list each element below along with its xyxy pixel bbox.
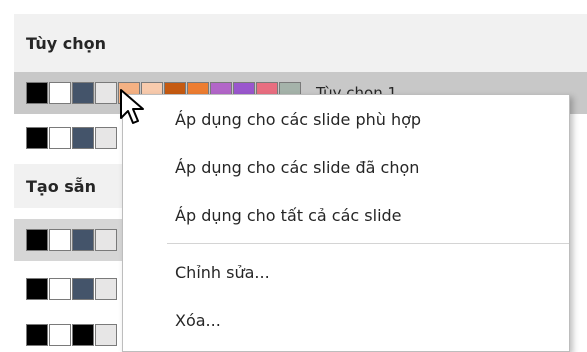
swatch [26, 278, 48, 300]
menu-item-delete[interactable]: Xóa... [123, 296, 569, 344]
preset-scheme-row-2[interactable] [14, 268, 124, 310]
swatch [26, 82, 48, 104]
menu-item-edit[interactable]: Chỉnh sửa... [123, 248, 569, 296]
swatch [95, 82, 117, 104]
swatch [72, 324, 94, 346]
swatch [95, 127, 117, 149]
swatch [72, 229, 94, 251]
swatch [72, 127, 94, 149]
preset-scheme-row-1[interactable] [14, 219, 124, 261]
swatch [26, 324, 48, 346]
context-menu: Áp dụng cho các slide phù hợp Áp dụng ch… [122, 94, 570, 352]
preset-section-header: Tạo sẵn [14, 164, 124, 208]
swatch [95, 278, 117, 300]
swatch [95, 324, 117, 346]
mouse-pointer-icon [120, 89, 144, 124]
preset-section-title: Tạo sẵn [26, 176, 96, 196]
swatch [49, 324, 71, 346]
preset-scheme-row-3[interactable] [14, 314, 124, 352]
menu-item-apply-all[interactable]: Áp dụng cho tất cả các slide [123, 191, 569, 239]
swatch [72, 82, 94, 104]
swatch [26, 229, 48, 251]
menu-item-apply-matching[interactable]: Áp dụng cho các slide phù hợp [123, 95, 569, 143]
menu-item-apply-selected[interactable]: Áp dụng cho các slide đã chọn [123, 143, 569, 191]
swatch [95, 229, 117, 251]
custom-section-header: Tùy chọn [14, 14, 587, 72]
swatch [49, 278, 71, 300]
custom-scheme-row-2[interactable] [14, 117, 124, 159]
custom-section-title: Tùy chọn [26, 33, 107, 53]
swatch [49, 127, 71, 149]
swatch [72, 278, 94, 300]
menu-separator [167, 243, 569, 244]
swatch [26, 127, 48, 149]
swatch [49, 82, 71, 104]
swatch [49, 229, 71, 251]
